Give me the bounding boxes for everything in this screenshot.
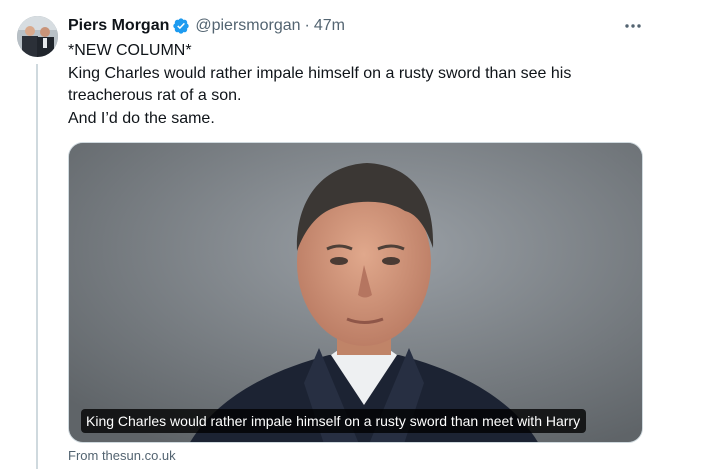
author-name[interactable]: Piers Morgan [68,17,169,35]
more-options-icon[interactable] [620,16,646,36]
tweet-timestamp[interactable]: 47m [314,17,345,35]
tweet-text-line: treacherous rat of a son. [68,87,242,104]
link-card-caption[interactable]: King Charles would rather impale himself… [81,409,587,433]
author-avatar[interactable] [17,16,58,57]
author-handle[interactable]: @piersmorgan [195,17,300,35]
tweet-text-line: *NEW COLUMN* [68,42,192,59]
separator-dot: · [304,17,310,34]
tweet-text-line: King Charles would rather impale himself… [68,64,572,82]
thread-connector-line [36,64,38,469]
tweet-header: Piers Morgan @piersmorgan · 47m [68,14,345,38]
portrait-photo [69,143,642,442]
tweet-text: *NEW COLUMN* King Charles would rather i… [68,40,668,130]
link-card-image[interactable]: King Charles would rather impale himself… [68,142,643,443]
tweet-text-line: And I’d do the same. [68,109,215,127]
link-source[interactable]: From thesun.co.uk [68,448,176,463]
verified-badge-icon[interactable] [172,17,190,35]
